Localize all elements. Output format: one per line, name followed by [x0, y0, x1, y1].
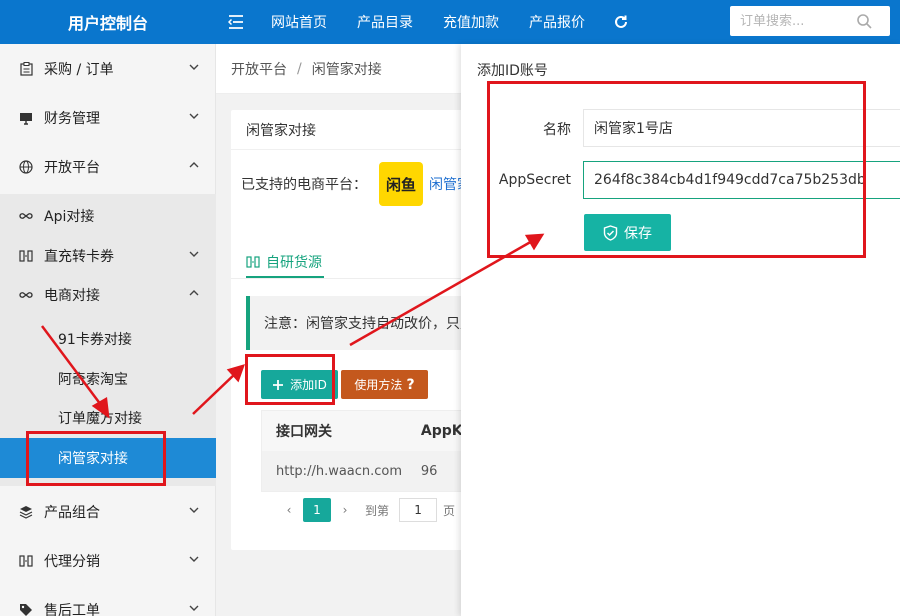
shield-check-icon: [603, 224, 618, 241]
page-suffix: 页: [443, 503, 456, 518]
tab-self-sourced[interactable]: 自研货源: [246, 248, 322, 276]
sidebar-item-label: 电商对接: [44, 288, 100, 304]
sidebar-item-label: 产品组合: [44, 505, 100, 521]
sidebar-item-product-bundle[interactable]: 产品组合: [0, 490, 216, 534]
question-icon: ?: [406, 376, 415, 393]
save-button[interactable]: 保存: [584, 214, 671, 251]
how-to-use-button[interactable]: 使用方法 ?: [341, 370, 428, 399]
nav-quote[interactable]: 产品报价: [514, 0, 600, 44]
breadcrumb-parent[interactable]: 开放平台: [231, 59, 287, 79]
sidebar-item-orders[interactable]: 采购 / 订单: [0, 47, 216, 91]
columns-icon: [246, 256, 260, 268]
layers-icon: [18, 504, 34, 520]
sidebar-item-label: 采购 / 订单: [44, 62, 114, 78]
column-header-gateway: 接口网关: [276, 424, 332, 440]
breadcrumb-current: 闲管家对接: [311, 61, 382, 78]
goto-label: 到第: [365, 503, 390, 518]
refresh-icon[interactable]: [600, 0, 642, 44]
appsecret-input[interactable]: [583, 161, 900, 199]
sidebar-subitem-order-cube[interactable]: 订单魔方对接: [0, 398, 216, 438]
appsecret-label: AppSecret: [498, 172, 571, 188]
name-label: 名称: [543, 122, 571, 138]
sidebar-item-api[interactable]: Api对接: [0, 194, 216, 238]
goto-page-input[interactable]: [399, 498, 438, 522]
sidebar-item-finance[interactable]: 财务管理: [0, 96, 216, 140]
next-page-icon[interactable]: ›: [331, 498, 359, 522]
chevron-up-icon: [189, 162, 199, 168]
clipboard-icon: [18, 61, 34, 77]
sidebar-subitem-xianguanjia[interactable]: 闲管家对接: [0, 438, 216, 478]
how-to-use-label: 使用方法: [354, 378, 403, 392]
sidebar: 采购 / 订单 财务管理 开放平台 Api对接 直充转卡券 电商对接 91卡券对…: [0, 44, 216, 616]
sidebar-item-after-sales[interactable]: 售后工单: [0, 588, 216, 616]
chevron-up-icon: [189, 290, 199, 296]
search-icon[interactable]: [856, 13, 872, 29]
globe-icon: [18, 159, 34, 175]
page-number-current[interactable]: 1: [303, 498, 331, 522]
breadcrumb-separator: /: [297, 60, 302, 77]
sidebar-item-label: 售后工单: [44, 603, 100, 616]
sidebar-item-label: 代理分销: [44, 554, 100, 570]
chevron-down-icon: [189, 64, 199, 70]
chevron-down-icon: [189, 251, 199, 257]
nav-home[interactable]: 网站首页: [256, 0, 342, 44]
plus-icon: [273, 379, 284, 390]
sidebar-item-direct-to-card[interactable]: 直充转卡券: [0, 234, 216, 278]
sidebar-item-open-platform[interactable]: 开放平台: [0, 145, 216, 189]
nav-catalog[interactable]: 产品目录: [342, 0, 428, 44]
sidebar-item-label: 直充转卡券: [44, 249, 114, 265]
add-id-panel: 添加ID账号 名称 AppSecret 保存: [461, 44, 900, 616]
cell-gateway: http://h.waacn.com: [276, 463, 403, 479]
sidebar-item-label: 财务管理: [44, 111, 100, 127]
columns-icon: [18, 553, 34, 569]
panel-title: 添加ID账号: [477, 63, 548, 79]
sidebar-item-agent-distribution[interactable]: 代理分销: [0, 539, 216, 583]
link-icon: [18, 208, 34, 224]
chevron-down-icon: [189, 556, 199, 562]
tag-icon: [18, 602, 34, 616]
chevron-down-icon: [189, 605, 199, 611]
save-label: 保存: [624, 225, 652, 242]
sidebar-item-label: 开放平台: [44, 160, 100, 176]
nav-recharge[interactable]: 充值加款: [428, 0, 514, 44]
chevron-down-icon: [189, 507, 199, 513]
brand-title: 用户控制台: [67, 14, 148, 33]
menu-toggle-icon[interactable]: [216, 0, 256, 44]
tab-label: 自研货源: [266, 255, 322, 271]
add-id-label: 添加ID: [290, 378, 327, 392]
prev-page-icon[interactable]: ‹: [275, 498, 303, 522]
sidebar-subitem-91card[interactable]: 91卡券对接: [0, 319, 216, 359]
sidebar-item-ecommerce[interactable]: 电商对接: [0, 273, 216, 317]
platform-label: 已支持的电商平台：: [241, 177, 367, 193]
add-id-button[interactable]: 添加ID: [261, 370, 338, 399]
sidebar-item-label: Api对接: [44, 209, 95, 225]
name-input[interactable]: [583, 109, 900, 147]
xianyu-logo: 闲鱼: [379, 162, 423, 206]
monitor-icon: [18, 110, 34, 126]
link-icon: [18, 287, 34, 303]
top-bar: 用户控制台 网站首页 产品目录 充值加款 产品报价: [0, 0, 900, 44]
columns-icon: [18, 248, 34, 264]
chevron-down-icon: [189, 113, 199, 119]
sidebar-subitem-aqs-taobao[interactable]: 阿奇索淘宝: [0, 359, 216, 399]
platform-row: 已支持的电商平台： 闲鱼 闲管家: [241, 162, 471, 206]
